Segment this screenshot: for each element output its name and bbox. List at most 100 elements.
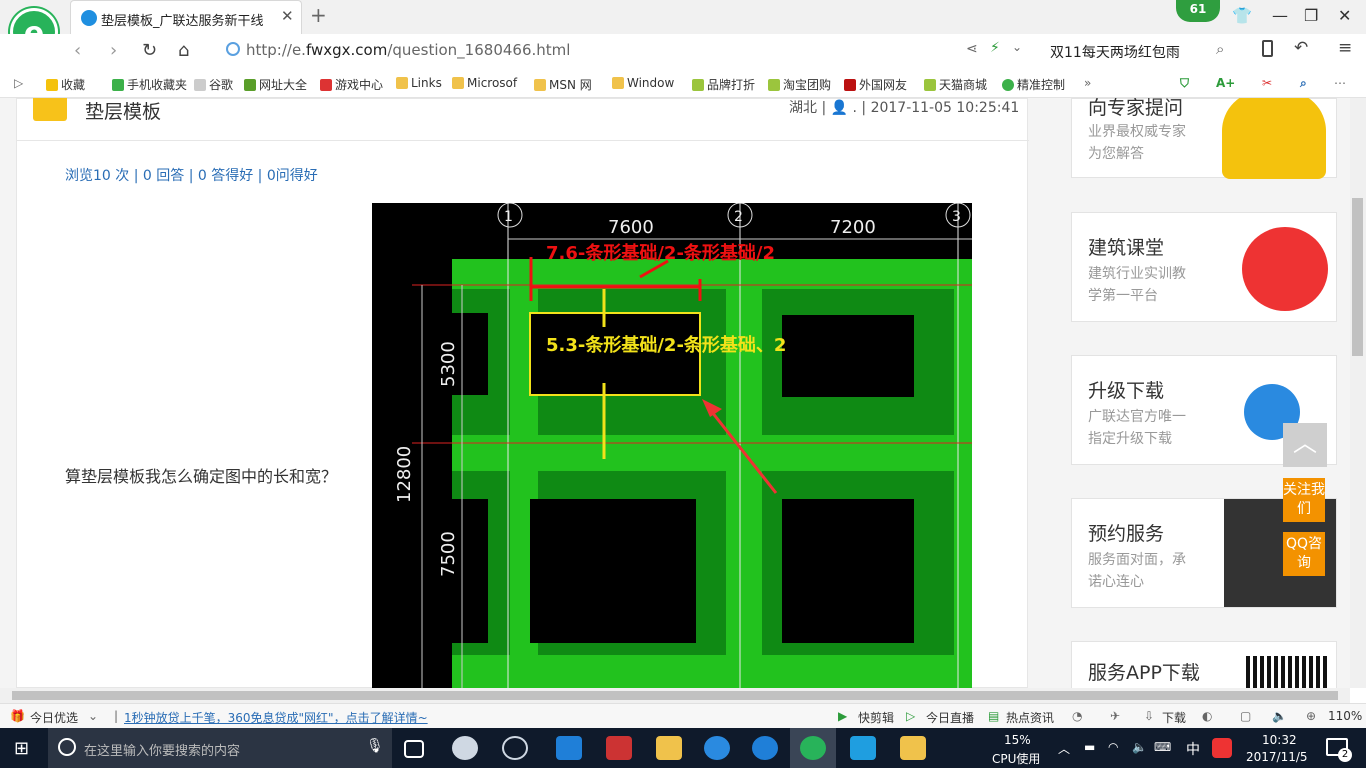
dimension-label: 7500 (438, 531, 459, 577)
back-icon[interactable]: ‹ (74, 40, 81, 61)
clock-date[interactable]: 2017/11/5 (1246, 750, 1308, 764)
notification-count: 2 (1338, 748, 1352, 762)
search-promo-text[interactable]: 双11每天两场红包雨 (1050, 42, 1180, 62)
window-icon[interactable]: ▢ (1240, 709, 1251, 723)
scissors-icon[interactable]: ✂ (1262, 76, 1272, 90)
notification-badge[interactable]: 61 (1176, 0, 1220, 22)
bookmark-item[interactable]: 谷歌 (194, 76, 233, 93)
bookmark-item[interactable]: 收藏 (46, 76, 85, 93)
bookmark-item[interactable]: Window (612, 76, 674, 90)
qq-consult-button[interactable]: QQ咨询 (1283, 532, 1325, 576)
bookmark-item[interactable]: Microsof (452, 76, 517, 90)
news-link[interactable]: 1秒钟放贷上千笔，360免息贷成"网红"，点击了解详情~ (124, 709, 428, 726)
axis-label: 3 (952, 209, 961, 225)
status-item[interactable]: 快剪辑 (858, 709, 894, 726)
menu-icon[interactable]: ≡ (1338, 38, 1352, 58)
undo-icon[interactable]: ↶ (1294, 38, 1308, 58)
file-explorer-icon[interactable] (656, 736, 682, 760)
bookmark-toggle-icon[interactable]: ▷ (14, 76, 23, 90)
browser-360-icon[interactable] (800, 736, 826, 760)
cortana-icon (58, 738, 76, 756)
forward-icon[interactable]: › (110, 40, 117, 61)
gauge-icon[interactable]: ◐ (1202, 709, 1212, 723)
search-icon[interactable]: ⌕ (1216, 40, 1224, 58)
status-item[interactable]: 今日直播 (926, 709, 974, 726)
windows-start-icon[interactable]: ⊞ (14, 738, 29, 759)
tab-close-icon[interactable]: ✕ (281, 7, 294, 25)
horizontal-scroll-thumb[interactable] (12, 691, 1338, 700)
volume-icon[interactable]: 🔈 (1132, 740, 1147, 754)
magnifier-icon[interactable]: ⌕ (1300, 76, 1307, 91)
chevron-down-icon[interactable]: ⌄ (1012, 40, 1022, 54)
minimize-icon[interactable]: — (1272, 6, 1288, 25)
follow-us-button[interactable]: 关注我们 (1283, 478, 1325, 522)
lightning-icon[interactable]: ⚡ (990, 40, 1000, 56)
status-item[interactable]: 热点资讯 (1006, 709, 1054, 726)
vertical-scroll-thumb[interactable] (1352, 198, 1363, 356)
chevron-down-icon[interactable]: ⌄ (88, 709, 98, 723)
wifi-icon[interactable]: ◠ (1108, 740, 1118, 754)
bookmark-item[interactable]: 淘宝团购 (768, 76, 831, 93)
bookmark-item[interactable]: 天猫商城 (924, 76, 987, 93)
cad-drawing-image[interactable]: 1 2 3 7600 7200 12800 5300 7500 7.6-条形基础… (372, 203, 972, 688)
task-view-icon[interactable] (404, 740, 424, 758)
home-icon[interactable]: ⌂ (178, 40, 189, 61)
grid-menu-icon[interactable]: ⋯ (1334, 76, 1346, 90)
sidebar-card-desc: 学第一平台 (1088, 288, 1158, 304)
skin-icon[interactable]: 👕 (1232, 6, 1252, 25)
mute-icon[interactable]: 🔈 (1272, 709, 1287, 723)
maximize-icon[interactable]: ❐ (1304, 6, 1318, 25)
bookmark-item[interactable]: 外国网友 (844, 76, 907, 93)
share-icon[interactable]: ⋖ (966, 41, 978, 57)
bookmark-item[interactable]: 精准控制 (1002, 76, 1065, 93)
ie-icon[interactable] (704, 736, 730, 760)
sidebar-card-app[interactable]: 服务APP下载 (1071, 641, 1337, 688)
tab-active[interactable]: 垫层模板_广联达服务新干线 ✕ (70, 0, 302, 34)
bookmark-item[interactable]: 网址大全 (244, 76, 307, 93)
pin-icon[interactable]: ✈ (1110, 709, 1120, 723)
more-bookmarks-icon[interactable]: » (1084, 76, 1091, 90)
sidebar-card-title: 预约服务 (1088, 523, 1165, 545)
speed-icon[interactable]: ◔ (1072, 709, 1082, 723)
glodon-icon[interactable] (752, 736, 778, 760)
clock-time[interactable]: 10:32 (1262, 733, 1297, 747)
shield-icon[interactable]: ⛉ (1180, 76, 1189, 91)
store-icon[interactable] (606, 736, 632, 760)
url-text[interactable]: http://e.fwxgx.com/question_1680466.html (246, 41, 570, 59)
tray-app-icon[interactable]: ▬ (1084, 740, 1095, 754)
zoom-icon[interactable]: ⊕ (1306, 709, 1316, 723)
question-stats[interactable]: 浏览10 次 | 0 回答 | 0 答得好 | 0问得好 (65, 165, 318, 185)
bookmark-item[interactable]: 游戏中心 (320, 76, 383, 93)
address-bar[interactable]: http://e.fwxgx.com/question_1680466.html (220, 37, 1030, 64)
keyboard-icon[interactable]: ⌨ (1154, 740, 1171, 754)
site-info-icon[interactable] (226, 42, 240, 56)
close-window-icon[interactable]: ✕ (1338, 6, 1351, 25)
bookmark-item[interactable]: 手机收藏夹 (112, 76, 187, 93)
sogou-icon[interactable] (1212, 738, 1232, 758)
status-item[interactable]: 下载 (1162, 709, 1186, 726)
daily-picks[interactable]: 今日优选 (30, 709, 78, 726)
translate-icon[interactable]: A+ (1216, 76, 1235, 90)
cpu-percent: 15% (1004, 733, 1031, 747)
sidebar-card-class[interactable]: 建筑课堂 建筑行业实训教 学第一平台 (1071, 212, 1337, 322)
app-plus-icon[interactable] (850, 736, 876, 760)
back-to-top-button[interactable]: ︿ (1283, 423, 1327, 467)
vertical-scrollbar[interactable] (1350, 98, 1366, 688)
notes-app-icon[interactable] (900, 736, 926, 760)
taskbar-search-box[interactable]: 在这里输入你要搜索的内容 🎙 (48, 728, 392, 768)
phone-icon[interactable] (1262, 40, 1273, 57)
zoom-level[interactable]: 110% (1328, 709, 1362, 723)
chevron-up-icon[interactable]: ︿ (1058, 740, 1070, 757)
bookmark-item[interactable]: MSN 网 (534, 76, 592, 93)
microphone-icon[interactable]: 🎙 (366, 738, 384, 754)
sidebar-card-expert[interactable]: 向专家提问 业界最权威专家 为您解答 (1071, 98, 1337, 179)
app-pinwheel-icon[interactable] (452, 736, 478, 760)
app-swirl-icon[interactable] (502, 736, 528, 760)
refresh-icon[interactable]: ↻ (142, 40, 157, 61)
ime-indicator[interactable]: 中 (1186, 739, 1200, 759)
bookmark-item[interactable]: 品牌打折 (692, 76, 755, 93)
new-tab-icon[interactable]: + (310, 3, 327, 27)
bookmark-item[interactable]: Links (396, 76, 442, 90)
sidebar-card-desc: 指定升级下载 (1088, 431, 1172, 447)
edge-icon[interactable] (556, 736, 582, 760)
